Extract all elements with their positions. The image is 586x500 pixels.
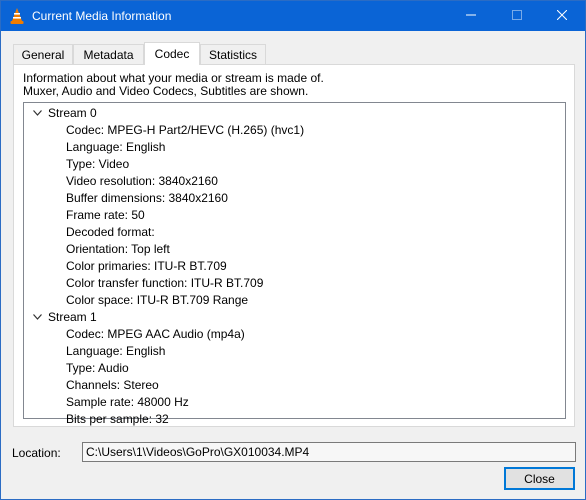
codec-tree[interactable]: Stream 0 Codec: MPEG-H Part2/HEVC (H.265…: [23, 102, 566, 426]
tree-item-property[interactable]: Language: English: [66, 343, 165, 359]
media-info-dialog: Current Media Information General Metada…: [0, 0, 586, 500]
tree-item-property[interactable]: Orientation: Top left: [66, 241, 170, 257]
tab-codec[interactable]: Codec: [144, 42, 200, 65]
tree-item-stream-0[interactable]: Stream 0: [24, 105, 564, 121]
maximize-icon: [512, 9, 522, 23]
tree-item-property[interactable]: Frame rate: 50: [66, 207, 145, 223]
tree-item-property[interactable]: Codec: MPEG-H Part2/HEVC (H.265) (hvc1): [66, 122, 304, 138]
title-bar[interactable]: Current Media Information: [1, 1, 585, 31]
codec-panel: Information about what your media or str…: [13, 64, 575, 427]
tab-statistics[interactable]: Statistics: [200, 44, 266, 64]
tree-item-property[interactable]: Type: Video: [66, 156, 129, 172]
stream-label: Stream 1: [48, 310, 97, 324]
maximize-button[interactable]: [494, 1, 540, 31]
close-icon: [556, 9, 568, 23]
tab-general[interactable]: General: [13, 44, 73, 64]
tree-item-property[interactable]: Codec: MPEG AAC Audio (mp4a): [66, 326, 245, 342]
tree-item-stream-1[interactable]: Stream 1: [24, 309, 564, 325]
tree-item-property[interactable]: Channels: Stereo: [66, 377, 159, 393]
chevron-down-icon[interactable]: [32, 105, 42, 121]
tree-item-property[interactable]: Decoded format:: [66, 224, 155, 240]
stream-label: Stream 0: [48, 106, 97, 120]
description-line: Muxer, Audio and Video Codecs, Subtitles…: [23, 84, 309, 98]
tree-item-property[interactable]: Video resolution: 3840x2160: [66, 173, 218, 189]
tree-item-property[interactable]: Buffer dimensions: 3840x2160: [66, 190, 228, 206]
chevron-down-icon[interactable]: [32, 309, 42, 325]
window-title: Current Media Information: [32, 9, 172, 23]
minimize-button[interactable]: [448, 1, 494, 31]
tree-item-property[interactable]: Color transfer function: ITU-R BT.709: [66, 275, 263, 291]
tree-item-property[interactable]: Bits per sample: 32: [66, 411, 169, 426]
minimize-icon: [466, 9, 476, 23]
tree-item-property[interactable]: Color primaries: ITU-R BT.709: [66, 258, 227, 274]
vlc-cone-icon: [9, 7, 25, 25]
location-label: Location:: [12, 446, 61, 460]
tree-item-property[interactable]: Sample rate: 48000 Hz: [66, 394, 189, 410]
codec-description: Information about what your media or str…: [23, 72, 324, 98]
tree-item-property[interactable]: Color space: ITU-R BT.709 Range: [66, 292, 248, 308]
location-field[interactable]: [82, 442, 576, 462]
tree-item-property[interactable]: Type: Audio: [66, 360, 129, 376]
close-button[interactable]: Close: [504, 467, 575, 490]
close-window-button[interactable]: [539, 1, 585, 31]
tab-metadata[interactable]: Metadata: [73, 44, 144, 64]
tree-item-property[interactable]: Language: English: [66, 139, 165, 155]
